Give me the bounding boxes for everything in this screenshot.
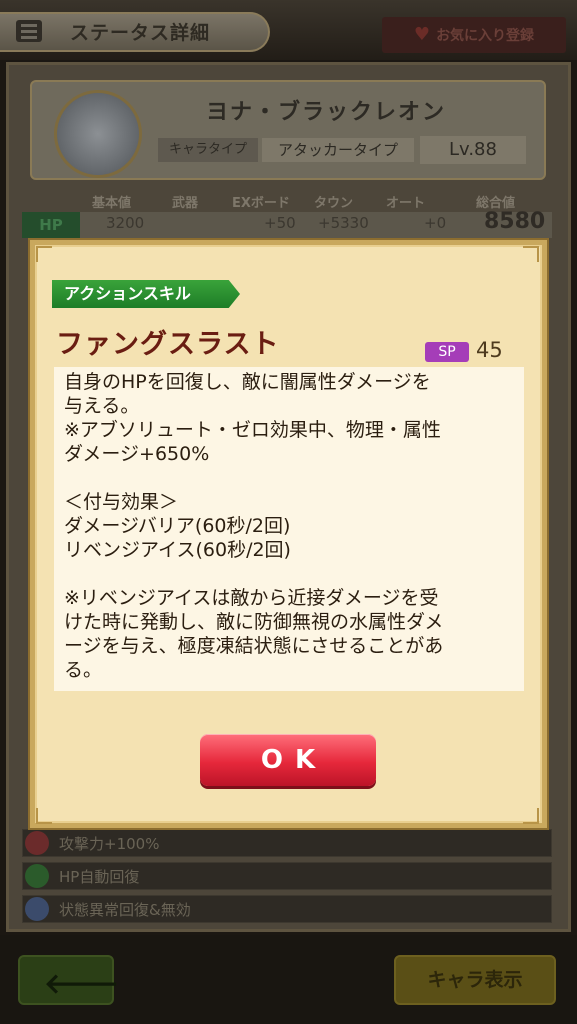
skill-description: 自身のHPを回復し、敵に闇属性ダメージを 与える。 ※アブソリュート・ゼロ効果中… [64, 371, 444, 681]
hp-base: 3200 [106, 214, 145, 232]
dialog-corner-ornament [523, 246, 539, 262]
hp-total: 8580 [484, 209, 546, 234]
favorite-label: お気に入り登録 [436, 28, 535, 44]
heart-icon: ♥ [413, 24, 431, 45]
stat-header-exboard: EXボード [232, 196, 290, 211]
cure-gem-icon [25, 897, 49, 921]
heal-gem-icon [25, 864, 49, 888]
character-avatar [54, 90, 142, 178]
stat-header-auto: オート [386, 196, 426, 211]
auto-skill-row[interactable]: 攻撃力+100% [22, 829, 552, 857]
hp-exboard: +50 [264, 214, 296, 232]
auto-skill-row[interactable]: HP自動回復 [22, 862, 552, 890]
dialog-corner-ornament [523, 808, 539, 824]
skill-name: ファングスラスト [56, 329, 280, 360]
menu-icon[interactable] [16, 20, 42, 42]
auto-skill-label: 状態異常回復&無効 [59, 901, 191, 919]
dialog-corner-ornament [36, 808, 52, 824]
character-level: Lv.88 [420, 136, 526, 164]
sp-value: 45 [476, 338, 503, 362]
auto-skill-row[interactable]: 状態異常回復&無効 [22, 895, 552, 923]
stat-header-base: 基本値 [92, 196, 132, 211]
auto-skill-label: 攻撃力+100% [59, 835, 160, 853]
attack-gem-icon [25, 831, 49, 855]
dialog-corner-ornament [36, 246, 52, 262]
hp-town: +5330 [318, 214, 369, 232]
hp-auto: +0 [424, 214, 447, 232]
sp-badge: SP [425, 342, 469, 362]
left-arrow-icon: 🡐 [44, 967, 120, 1000]
auto-skill-label: HP自動回復 [59, 868, 140, 886]
page-title: ステータス詳細 [70, 22, 211, 44]
stat-header-town: タウン [314, 196, 354, 211]
hp-label: HP [22, 212, 80, 238]
stat-header-weapon: 武器 [172, 196, 199, 211]
character-name: ヨナ・ブラックレオン [206, 100, 447, 125]
character-type-label: キャラタイプ [158, 138, 258, 162]
chara-view-button[interactable]: キャラ表示 [394, 955, 556, 1005]
favorite-button[interactable]: ♥ お気に入り登録 [382, 17, 566, 53]
ok-button[interactable]: OK [200, 734, 376, 786]
skill-type-tag: アクションスキル [52, 280, 240, 308]
character-type-value: アタッカータイプ [262, 138, 414, 162]
